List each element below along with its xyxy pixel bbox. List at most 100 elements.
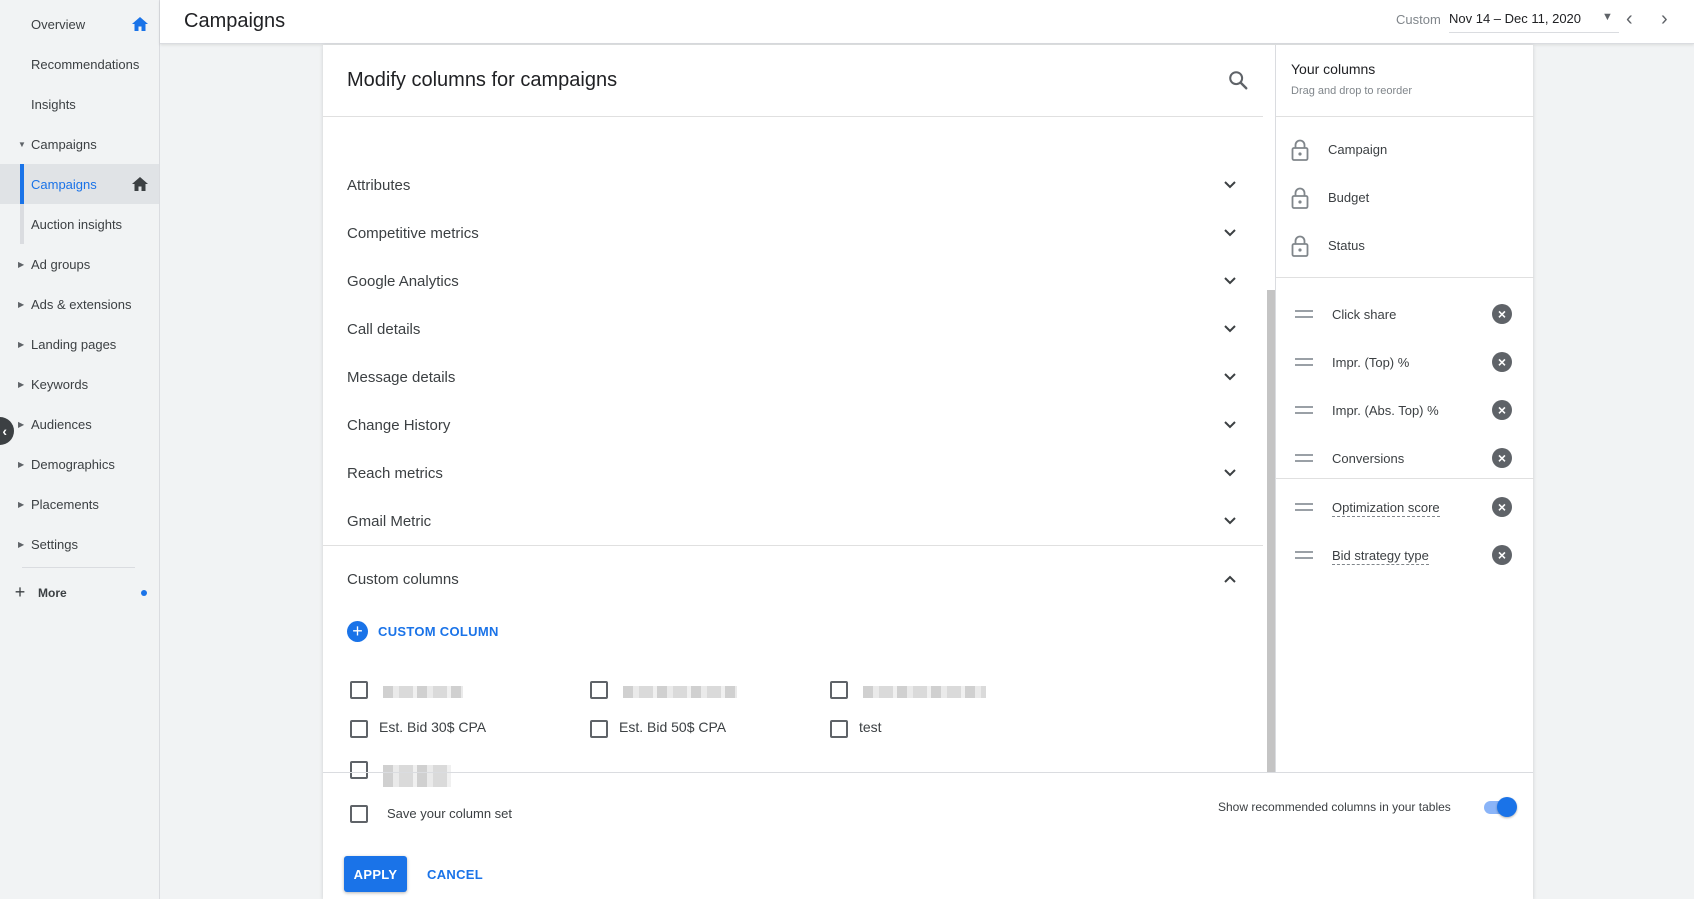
- sidebar-item-auction-insights[interactable]: Auction insights: [0, 204, 159, 244]
- category-reach-metrics[interactable]: Reach metrics: [323, 449, 1253, 497]
- caret-right-icon: ▶: [18, 459, 25, 469]
- redacted-label: [863, 686, 986, 698]
- category-gmail-metric[interactable]: Gmail Metric: [323, 497, 1253, 545]
- date-range-picker[interactable]: Nov 14 – Dec 11, 2020: [1449, 11, 1581, 26]
- custom-column-checkbox[interactable]: [590, 720, 608, 738]
- sidebar-item-label: Recommendations: [31, 56, 140, 72]
- next-period-icon[interactable]: ›: [1661, 8, 1668, 31]
- sidebar-item-landing-pages[interactable]: ▶ Landing pages: [0, 324, 159, 364]
- caret-right-icon: ▶: [18, 539, 25, 549]
- remove-column-icon[interactable]: ×: [1492, 304, 1512, 324]
- drag-handle-icon[interactable]: [1295, 358, 1313, 366]
- selected-column[interactable]: Impr. (Abs. Top) % ×: [1276, 386, 1534, 434]
- sidebar-item-insights[interactable]: Insights: [0, 84, 159, 124]
- category-google-analytics[interactable]: Google Analytics: [323, 257, 1253, 305]
- lock-icon: [1291, 235, 1309, 257]
- selected-column[interactable]: Bid strategy type ×: [1276, 531, 1534, 579]
- cancel-button[interactable]: CANCEL: [419, 856, 491, 892]
- previous-period-icon[interactable]: ‹: [1626, 8, 1633, 31]
- search-icon[interactable]: [1227, 69, 1249, 91]
- sidebar-divider: [22, 567, 135, 568]
- column-label: Status: [1328, 238, 1365, 253]
- remove-column-icon[interactable]: ×: [1492, 545, 1512, 565]
- category-custom-columns[interactable]: Custom columns: [323, 555, 1253, 603]
- chevron-down-icon: [1224, 277, 1236, 285]
- custom-column-checkbox[interactable]: [830, 681, 848, 699]
- category-label: Attributes: [347, 177, 411, 194]
- plus-icon: +: [14, 582, 26, 602]
- chevron-down-icon: [1224, 181, 1236, 189]
- sidebar-item-label: Settings: [31, 536, 78, 552]
- category-competitive-metrics[interactable]: Competitive metrics: [323, 209, 1253, 257]
- divider: [323, 772, 1533, 773]
- custom-column-checkbox[interactable]: [350, 681, 368, 699]
- drag-handle-icon[interactable]: [1295, 454, 1313, 462]
- sidebar-item-label: Landing pages: [31, 336, 117, 352]
- sidebar-item-demographics[interactable]: ▶ Demographics: [0, 444, 159, 484]
- sidebar-item-settings[interactable]: ▶ Settings: [0, 524, 159, 564]
- sidebar-item-label: Campaigns: [31, 136, 97, 152]
- chevron-left-icon: ‹: [2, 423, 7, 439]
- custom-column-checkbox[interactable]: [830, 720, 848, 738]
- sidebar-item-ads-extensions[interactable]: ▶ Ads & extensions: [0, 284, 159, 324]
- selected-column[interactable]: Optimization score ×: [1276, 483, 1534, 531]
- category-call-details[interactable]: Call details: [323, 305, 1253, 353]
- sidebar-item-label: Campaigns: [31, 176, 97, 192]
- category-change-history[interactable]: Change History: [323, 401, 1253, 449]
- page-title: Campaigns: [184, 10, 286, 32]
- recommended-columns-toggle[interactable]: [1480, 797, 1517, 817]
- custom-column-checkbox[interactable]: [350, 761, 368, 779]
- category-label: Competitive metrics: [347, 225, 479, 242]
- redacted-label: [383, 765, 451, 787]
- selected-column[interactable]: Click share ×: [1276, 290, 1534, 338]
- drag-handle-icon[interactable]: [1295, 310, 1313, 318]
- divider: [1276, 116, 1534, 117]
- redacted-label: [623, 686, 737, 698]
- selected-column[interactable]: Conversions ×: [1276, 434, 1534, 482]
- sidebar-item-label: Insights: [31, 96, 76, 112]
- chevron-down-icon: [1224, 373, 1236, 381]
- caret-right-icon: ▶: [18, 499, 25, 509]
- caret-down-icon: ▼: [18, 139, 26, 149]
- more-button[interactable]: + More: [12, 582, 67, 603]
- category-attributes[interactable]: Attributes: [323, 161, 1253, 209]
- remove-column-icon[interactable]: ×: [1492, 400, 1512, 420]
- dropdown-arrow-icon[interactable]: ▼: [1602, 11, 1613, 23]
- sidebar-item-audiences[interactable]: ▶ Audiences: [0, 404, 159, 444]
- sidebar-item-campaigns-group[interactable]: ▼ Campaigns: [0, 124, 159, 164]
- save-column-set-checkbox[interactable]: [350, 805, 368, 823]
- locked-column: Budget: [1276, 173, 1534, 221]
- remove-column-icon[interactable]: ×: [1492, 448, 1512, 468]
- scrollbar-thumb[interactable]: [1267, 290, 1275, 772]
- sidebar-item-ad-groups[interactable]: ▶ Ad groups: [0, 244, 159, 284]
- sidebar-item-keywords[interactable]: ▶ Keywords: [0, 364, 159, 404]
- apply-button[interactable]: APPLY: [344, 856, 407, 892]
- modify-columns-dialog: Modify columns for campaigns Attributes …: [323, 45, 1534, 899]
- sidebar-item-label: Auction insights: [31, 216, 123, 232]
- chevron-down-icon: [1224, 421, 1236, 429]
- drag-handle-icon[interactable]: [1295, 503, 1313, 511]
- sidebar-item-recommendations[interactable]: Recommendations: [0, 44, 159, 84]
- add-custom-column-label: CUSTOM COLUMN: [378, 624, 499, 639]
- sidebar-item-overview[interactable]: Overview: [0, 4, 159, 44]
- sidebar-item-label: Keywords: [31, 376, 89, 392]
- column-label: Conversions: [1332, 451, 1405, 466]
- remove-column-icon[interactable]: ×: [1492, 352, 1512, 372]
- home-icon: [132, 17, 148, 31]
- remove-column-icon[interactable]: ×: [1492, 497, 1512, 517]
- selected-column[interactable]: Impr. (Top) % ×: [1276, 338, 1534, 386]
- custom-column-label: Est. Bid 30$ CPA: [379, 719, 487, 735]
- custom-column-checkbox[interactable]: [350, 720, 368, 738]
- drag-handle-icon[interactable]: [1295, 406, 1313, 414]
- category-label: Message details: [347, 369, 456, 386]
- custom-column-checkbox[interactable]: [590, 681, 608, 699]
- add-custom-column-button[interactable]: + CUSTOM COLUMN: [347, 621, 499, 642]
- divider: [1276, 277, 1534, 278]
- category-message-details[interactable]: Message details: [323, 353, 1253, 401]
- sidebar-item-placements[interactable]: ▶ Placements: [0, 484, 159, 524]
- sidebar-item-campaigns[interactable]: Campaigns: [0, 164, 159, 204]
- column-categories-pane: Modify columns for campaigns Attributes …: [323, 45, 1275, 787]
- toggle-knob: [1497, 797, 1517, 817]
- sidebar: Overview Recommendations Insights ▼ Camp…: [0, 0, 160, 899]
- drag-handle-icon[interactable]: [1295, 551, 1313, 559]
